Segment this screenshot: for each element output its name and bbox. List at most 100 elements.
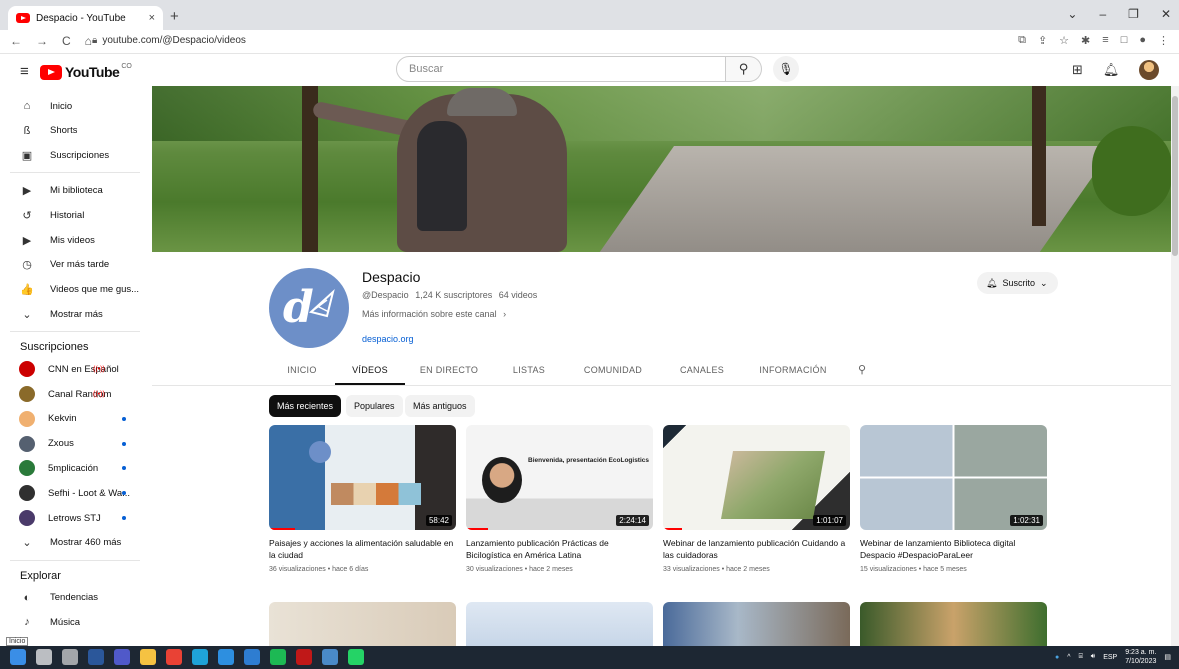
chip-mas-antiguos[interactable]: Más antiguos [405,395,475,417]
channel-website-link[interactable]: despacio.org [362,334,414,344]
translate-icon[interactable]: ⧉ [1018,34,1026,47]
notifications-tray-icon[interactable]: ▤ [1164,653,1171,661]
video-title[interactable]: Webinar de lanzamiento Biblioteca digita… [860,537,1047,561]
close-window-button[interactable]: ✕ [1161,7,1171,21]
video-thumbnail[interactable]: Bienvenida, presentación EcoLogistics 2:2… [466,425,653,530]
sidebar-item-5mplicaci-n[interactable]: 5mplicación [0,456,150,480]
tab-inicio[interactable]: INICIO [269,358,335,385]
new-tab-button[interactable]: + [170,8,179,25]
sidebar-item-historial[interactable]: ↺ Historial [0,203,150,227]
sidebar-item-m-sica[interactable]: ♪ Música [0,610,150,634]
edge-icon[interactable] [192,649,208,665]
windows-start-icon[interactable] [10,649,26,665]
video-thumbnail[interactable] [860,602,1047,646]
reload-icon[interactable]: C [62,34,71,48]
hamburger-menu-icon[interactable]: ≡ [20,63,29,80]
language-indicator[interactable]: ESP [1103,654,1117,661]
video-thumbnail[interactable] [269,602,456,646]
sidebar-item-kekvin[interactable]: Kekvin [0,407,150,431]
browser-tab[interactable]: Despacio - YouTube × [8,6,163,30]
sidebar-item-letrows-stj[interactable]: Letrows STJ [0,506,150,530]
sidebar-item-sefhi-loot-wa[interactable]: Sefhi - Loot & Wa... [0,481,150,505]
sidebar-item-cnn-en-espa-ol[interactable]: CNN en Español ((•)) [0,357,150,381]
taskbar-search-icon[interactable] [36,649,52,665]
extensions-icon[interactable]: ✱ [1081,34,1090,47]
weather-icon[interactable]: ● [1055,654,1059,661]
forward-icon[interactable]: → [36,34,48,48]
close-tab-icon[interactable]: × [149,12,155,24]
video-card[interactable]: Bienvenida, presentación EcoLogistics 2:2… [466,425,653,573]
maximize-button[interactable]: ❐ [1128,7,1139,21]
volume-icon[interactable]: 🔊︎ [1091,653,1095,661]
channel-avatar[interactable]: d [269,268,349,348]
word-icon[interactable] [88,649,104,665]
tab-canales[interactable]: CANALES [661,358,743,385]
video-title[interactable]: Paisajes y acciones la alimentación salu… [269,537,456,561]
reading-list-icon[interactable]: ≡ [1102,34,1108,47]
tab-informacion[interactable]: INFORMACIÓN [743,358,843,385]
video-card[interactable]: 1:02:31 Webinar de lanzamiento Biblioteca… [860,425,1047,573]
user-avatar[interactable] [1139,60,1160,80]
video-card[interactable]: 58:42 Paisajes y acciones la alimentación… [269,425,456,573]
video-title[interactable]: Lanzamiento publicación Prácticas de Bic… [466,537,653,561]
subscribed-button[interactable]: 🔔︎ Suscrito ⌄ [977,272,1058,294]
whatsapp-icon[interactable] [348,649,364,665]
tab-search-icon[interactable]: ⌄ [1067,7,1077,21]
notifications-bell-icon[interactable]: 🔔︎ [1103,62,1120,78]
chip-populares[interactable]: Populares [346,395,403,417]
sidebar-item-shorts[interactable]: ß Shorts [0,119,150,143]
sidebar-item-suscripciones[interactable]: ▣ Suscripciones [0,144,150,168]
sidepanel-icon[interactable]: □ [1121,34,1128,47]
mcafee-icon[interactable] [296,649,312,665]
tab-videos[interactable]: VÍDEOS [335,358,405,385]
network-icon[interactable]: ⌸ [1079,653,1083,661]
tray-chevron-icon[interactable]: ^ [1067,654,1070,661]
video-card[interactable]: 1:01:07 Webinar de lanzamiento publicació… [663,425,850,573]
channel-search-icon[interactable]: ⚲ [858,363,866,376]
video-thumbnail[interactable]: 58:42 [269,425,456,530]
youtube-logo[interactable]: YouTube CO [40,63,132,80]
bookmark-star-icon[interactable]: ☆ [1059,34,1069,47]
file-explorer-icon[interactable] [140,649,156,665]
tab-comunidad[interactable]: COMUNIDAD [565,358,661,385]
chip-mas-recientes[interactable]: Más recientes [269,395,342,417]
sidebar-item-mi-biblioteca[interactable]: ▶ Mi biblioteca [0,178,150,202]
url-field[interactable]: 🔒︎ youtube.com/@Despacio/videos [92,35,246,46]
sidebar-item-zxous[interactable]: Zxous [0,432,150,456]
browser-menu-icon[interactable]: ⋮ [1158,34,1169,47]
teams-icon[interactable] [114,649,130,665]
tab-listas[interactable]: LISTAS [493,358,565,385]
minimize-button[interactable]: – [1099,7,1106,21]
video-title[interactable]: Webinar de lanzamiento publicación Cuida… [663,537,850,561]
back-icon[interactable]: ← [10,34,22,48]
create-video-icon[interactable]: ⊞ [1072,62,1083,78]
more-info-link[interactable]: Más información sobre este canal › [362,309,506,319]
sidebar-item-videos-que-me-gus[interactable]: 👍 Videos que me gus... [0,278,150,302]
home-browser-icon[interactable]: ⌂ [85,34,92,48]
video-thumbnail[interactable] [663,602,850,646]
sidebar-item-mostrar-m-s[interactable]: ⌄ Mostrar más [0,302,150,326]
sidebar-item-canal-random[interactable]: Canal Random ((•)) [0,382,150,406]
chrome-icon[interactable] [166,649,182,665]
voice-search-button[interactable]: 🎙︎ [773,56,799,82]
sidebar-item-inicio[interactable]: ⌂ Inicio [0,94,150,118]
sidebar-item-ver-m-s-tarde[interactable]: ◷ Ver más tarde [0,253,150,277]
sidebar-item-tendencias[interactable]: ◐ Tendencias [0,586,150,610]
app-icon[interactable] [244,649,260,665]
profile-icon[interactable]: ● [1139,34,1146,47]
sidebar-item-mostrar-460-m-s[interactable]: ⌄ Mostrar 460 más [0,531,150,555]
scrollbar-thumb[interactable] [1172,96,1178,256]
video-thumbnail[interactable]: 1:01:07 [663,425,850,530]
video-thumbnail[interactable]: 1:02:31 [860,425,1047,530]
spotify-icon[interactable] [270,649,286,665]
tab-en-directo[interactable]: EN DIRECTO [405,358,493,385]
taskbar-clock[interactable]: 9:23 a. m. 7/10/2023 [1125,648,1156,666]
video-thumbnail[interactable] [466,602,653,646]
vscode-icon[interactable] [218,649,234,665]
search-button[interactable]: ⚲ [726,56,762,82]
task-view-icon[interactable] [62,649,78,665]
search-input[interactable]: Buscar [396,56,726,82]
app-icon-2[interactable] [322,649,338,665]
share-icon[interactable]: ⇪ [1038,34,1047,47]
sidebar-item-mis-videos[interactable]: ▶ Mis videos [0,228,150,252]
